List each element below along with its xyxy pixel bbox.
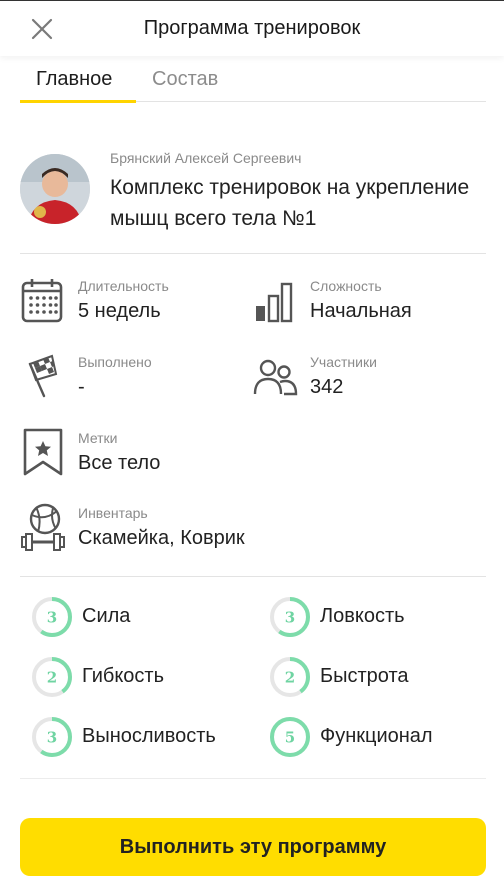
author-name[interactable]: Брянский Алексей Сергеевич [110,150,301,166]
difficulty-label: Сложность [310,278,382,294]
calendar-icon [21,279,63,323]
divider [20,576,486,577]
active-tab-indicator [20,100,136,103]
skill-item: 3 Ловкость [268,595,488,639]
skill-item: 3 Выносливость [30,715,250,759]
skill-label: Функционал [320,725,433,747]
top-bar: Программа тренировок [0,0,504,56]
participants-label: Участники [310,354,377,370]
participants-value: 342 [310,376,344,398]
people-icon [253,359,298,396]
skill-level-ring: 2 [270,657,310,697]
program-header: Брянский Алексей Сергеевич Комплекс трен… [20,146,486,254]
info-completed: Выполнено - [20,352,240,408]
skill-level: 3 [47,729,57,747]
tab-composition[interactable]: Состав [152,68,218,91]
page-title: Программа тренировок [143,17,361,39]
info-difficulty: Сложность Начальная [252,276,486,332]
info-tags: Метки Все тело [20,428,486,484]
skill-label: Сила [82,605,131,627]
skill-level: 5 [285,729,295,747]
bar-chart-icon [256,282,293,323]
skill-level-ring: 3 [32,717,72,757]
skill-item: 5 Функционал [268,715,488,759]
avatar[interactable] [20,154,90,224]
skill-item: 2 Гибкость [30,655,250,699]
tab-main[interactable]: Главное [36,68,112,91]
skill-item: 3 Сила [30,595,250,639]
ball-dumbbell-icon [21,503,65,551]
start-program-button[interactable]: Выполнить эту программу [20,818,486,876]
duration-label: Длительность [78,278,169,294]
skill-level: 2 [285,669,295,687]
checkered-flag-icon [28,354,58,398]
skill-level-ring: 3 [270,597,310,637]
tab-bar: Главное Состав [20,60,486,103]
completed-label: Выполнено [78,354,152,370]
skill-level: 2 [47,669,57,687]
equipment-value: Скамейка, Коврик [78,527,245,549]
skill-level: 3 [285,609,295,627]
skill-item: 2 Быстрота [268,655,488,699]
tags-value: Все тело [78,452,161,474]
info-equipment: Инвентарь Скамейка, Коврик [20,503,486,559]
skill-level-ring: 3 [32,597,72,637]
skill-label: Быстрота [320,665,409,687]
difficulty-value: Начальная [310,300,412,322]
skill-level-ring: 2 [32,657,72,697]
info-participants: Участники 342 [252,352,486,408]
skill-level-ring: 5 [270,717,310,757]
program-title: Комплекс тренировок на укрепление мышц в… [110,176,470,230]
equipment-label: Инвентарь [78,505,148,521]
skill-level: 3 [47,609,57,627]
bookmark-star-icon [23,428,63,476]
skill-label: Ловкость [320,605,405,627]
info-duration: Длительность 5 недель [20,276,240,332]
completed-value: - [78,376,85,398]
duration-value: 5 недель [78,300,161,322]
skill-label: Выносливость [82,725,216,747]
skill-label: Гибкость [82,665,165,687]
tags-label: Метки [78,430,118,446]
divider [20,778,486,779]
